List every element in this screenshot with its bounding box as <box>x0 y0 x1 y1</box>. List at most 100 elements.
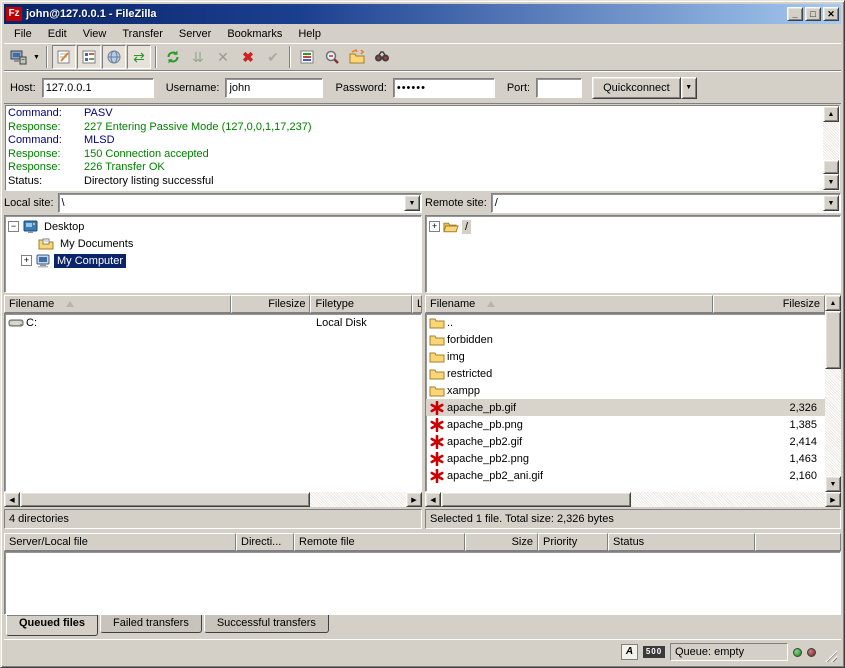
remote-column-filename[interactable]: Filename <box>425 295 713 313</box>
scrollbar-thumb[interactable] <box>823 160 839 174</box>
site-manager-dropdown[interactable]: ▼ <box>31 45 42 69</box>
file-row-folder[interactable]: restricted <box>426 365 825 382</box>
tab-failed-transfers[interactable]: Failed transfers <box>100 615 202 633</box>
scroll-up-icon[interactable]: ▲ <box>825 295 841 311</box>
scroll-down-icon[interactable]: ▼ <box>823 174 839 190</box>
local-column-filesize[interactable]: Filesize <box>231 295 311 313</box>
message-log-content[interactable]: Command:PASV Response:227 Entering Passi… <box>6 106 823 190</box>
remote-site-combo[interactable]: / ▼ <box>491 193 841 213</box>
directory-listing-filters-button[interactable] <box>295 45 319 69</box>
local-horizontal-scrollbar[interactable]: ◀ ▶ <box>4 492 422 507</box>
expand-icon[interactable]: + <box>21 255 32 266</box>
file-row-folder[interactable]: xampp <box>426 382 825 399</box>
collapse-icon[interactable]: − <box>8 221 19 232</box>
queue-column-remote-file[interactable]: Remote file <box>294 533 465 551</box>
sort-ascending-icon <box>66 301 74 307</box>
chevron-down-icon[interactable]: ▼ <box>823 195 839 211</box>
local-column-filename[interactable]: Filename <box>4 295 231 313</box>
maximize-button[interactable]: □ <box>805 7 821 21</box>
toggle-local-tree-button[interactable] <box>77 45 101 69</box>
menu-server[interactable]: Server <box>171 26 219 42</box>
disconnect-icon: ✖ <box>242 50 254 64</box>
queue-column-status[interactable]: Status <box>608 533 755 551</box>
local-site-path[interactable]: \ <box>59 194 403 212</box>
host-input[interactable]: 127.0.0.1 <box>42 78 154 98</box>
refresh-button[interactable] <box>161 45 185 69</box>
disconnect-button[interactable]: ✖ <box>236 45 260 69</box>
file-row-local-drive[interactable]: C: Local Disk <box>5 314 421 331</box>
scroll-left-icon[interactable]: ◀ <box>4 492 20 507</box>
resize-grip[interactable] <box>824 649 837 662</box>
menu-file[interactable]: File <box>6 26 40 42</box>
status-bar: A 500 Queue: empty <box>4 639 841 664</box>
username-input[interactable]: john <box>225 78 323 98</box>
toggle-transfer-queue-button[interactable]: ⇄ <box>127 45 151 69</box>
remote-tree[interactable]: + / <box>425 215 841 293</box>
queue-column-direction[interactable]: Directi... <box>236 533 294 551</box>
file-row-file[interactable]: apache_pb2_ani.gif2,160 <box>426 467 825 484</box>
port-input[interactable] <box>536 78 582 98</box>
reconnect-button[interactable]: ✔ <box>261 45 285 69</box>
speed-limit-icon[interactable]: 500 <box>643 646 665 658</box>
scroll-left-icon[interactable]: ◀ <box>425 492 441 507</box>
remote-list-body[interactable]: .. forbidden img restricted <box>425 313 825 492</box>
synchronized-browsing-button[interactable] <box>345 45 369 69</box>
queue-column-priority[interactable]: Priority <box>538 533 608 551</box>
local-site-combo[interactable]: \ ▼ <box>58 193 422 213</box>
directory-comparison-icon <box>324 49 340 65</box>
chevron-down-icon[interactable]: ▼ <box>404 195 420 211</box>
cancel-operation-button[interactable]: ✕ <box>211 45 235 69</box>
menu-edit[interactable]: Edit <box>40 26 75 42</box>
data-type-indicator-icon[interactable]: A <box>621 644 638 660</box>
tree-item-root[interactable]: + / <box>426 218 840 235</box>
queue-column-size[interactable]: Size <box>465 533 538 551</box>
expand-icon[interactable]: + <box>429 221 440 232</box>
file-row-folder[interactable]: img <box>426 348 825 365</box>
menu-transfer[interactable]: Transfer <box>114 26 171 42</box>
find-files-button[interactable] <box>370 45 394 69</box>
local-list-body[interactable]: C: Local Disk <box>4 313 422 492</box>
process-queue-button[interactable]: ⇊ <box>186 45 210 69</box>
tab-queued-files[interactable]: Queued files <box>6 615 98 636</box>
quickconnect-dropdown[interactable]: ▼ <box>681 77 697 99</box>
file-row-file[interactable]: apache_pb2.png1,463 <box>426 450 825 467</box>
local-tree[interactable]: − Desktop <box>4 215 422 293</box>
password-input[interactable]: •••••• <box>393 78 495 98</box>
log-vertical-scrollbar[interactable]: ▲ ▼ <box>823 106 839 190</box>
menu-help[interactable]: Help <box>290 26 329 42</box>
file-row-parent-dir[interactable]: .. <box>426 314 825 331</box>
directory-comparison-button[interactable] <box>320 45 344 69</box>
quickconnect-button[interactable]: Quickconnect <box>592 77 681 99</box>
remote-vertical-scrollbar[interactable]: ▲ ▼ <box>825 295 841 492</box>
local-column-filetype[interactable]: Filetype <box>310 295 412 313</box>
local-column-lastmodified[interactable]: L <box>412 295 422 313</box>
scroll-down-icon[interactable]: ▼ <box>825 476 841 492</box>
scrollbar-thumb[interactable] <box>20 492 310 507</box>
scroll-right-icon[interactable]: ▶ <box>825 492 841 507</box>
remote-horizontal-scrollbar[interactable]: ◀ ▶ <box>425 492 841 507</box>
remote-site-path[interactable]: / <box>492 194 822 212</box>
tree-item-my-documents[interactable]: My Documents <box>5 235 421 252</box>
file-row-selected[interactable]: apache_pb.gif2,326 <box>426 399 825 416</box>
tree-item-my-computer[interactable]: + My Computer <box>5 252 421 269</box>
scrollbar-thumb[interactable] <box>825 311 841 369</box>
file-row-file[interactable]: apache_pb.png1,385 <box>426 416 825 433</box>
scrollbar-thumb[interactable] <box>441 492 631 507</box>
site-manager-button[interactable] <box>6 45 30 69</box>
queue-body[interactable] <box>4 551 841 615</box>
remote-column-filesize[interactable]: Filesize <box>713 295 825 313</box>
close-button[interactable]: ✕ <box>823 7 839 21</box>
scroll-up-icon[interactable]: ▲ <box>823 106 839 122</box>
file-row-file[interactable]: apache_pb2.gif2,414 <box>426 433 825 450</box>
window-title: john@127.0.0.1 - FileZilla <box>26 8 787 20</box>
toggle-message-log-button[interactable] <box>52 45 76 69</box>
menu-bookmarks[interactable]: Bookmarks <box>219 26 290 42</box>
tree-item-desktop[interactable]: − Desktop <box>5 218 421 235</box>
minimize-button[interactable]: _ <box>787 7 803 21</box>
toggle-remote-tree-button[interactable] <box>102 45 126 69</box>
tab-successful-transfers[interactable]: Successful transfers <box>204 615 329 633</box>
menu-view[interactable]: View <box>75 26 115 42</box>
file-row-folder[interactable]: forbidden <box>426 331 825 348</box>
queue-column-server-local-file[interactable]: Server/Local file <box>4 533 236 551</box>
scroll-right-icon[interactable]: ▶ <box>406 492 422 507</box>
